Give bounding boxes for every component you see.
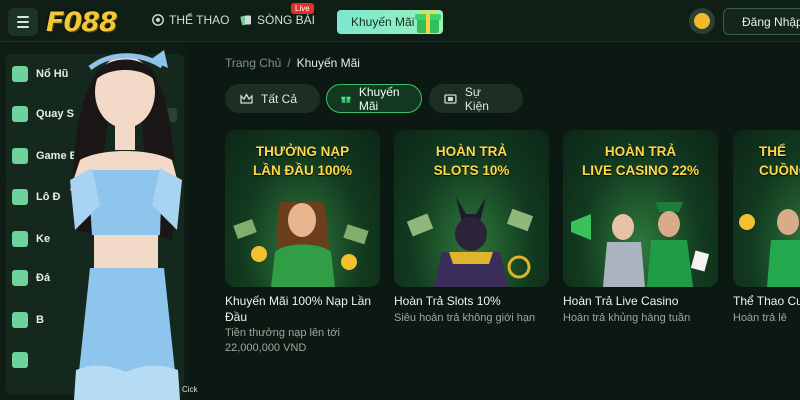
promo-card-title: THỂCUỒNG xyxy=(759,144,800,178)
promo-card-live-casino-rebate[interactable]: HOÀN TRẢ LIVE CASINO 22% xyxy=(563,130,718,287)
wheel-icon xyxy=(12,106,28,122)
login-button-label: Đăng Nhập xyxy=(742,14,800,29)
promo-card-title: HOÀN TRẢ SLOTS 10% xyxy=(433,144,510,178)
promo-card-title: THƯỞNG NẠP LẦN ĐẦU 100% xyxy=(252,144,353,178)
sidebar-footer-text: Cick xyxy=(182,385,199,394)
promo-card-caption[interactable]: Thể Thao Cu xyxy=(733,293,800,309)
crown-icon xyxy=(240,92,253,104)
breadcrumb-current: Khuyến Mãi xyxy=(296,56,360,70)
gift-icon xyxy=(415,10,441,33)
cards-icon xyxy=(240,15,251,26)
lottery-icon xyxy=(12,189,28,205)
woman-with-money-image xyxy=(233,202,369,287)
model-figure-image: Cick xyxy=(70,50,199,400)
tab-promotions[interactable]: Khuyến Mãi xyxy=(326,84,422,113)
promotions-page: F088 THỂ THAO SÒNG BÀI Live Khuyến Mãi Đ… xyxy=(0,0,800,400)
nav-casino-label: SÒNG BÀI xyxy=(257,13,316,27)
tab-events[interactable]: Sự Kiện xyxy=(429,84,523,113)
hamburger-menu-icon[interactable] xyxy=(8,8,38,36)
fish-icon xyxy=(12,312,28,328)
sports-player-image xyxy=(739,209,800,287)
ticket-icon xyxy=(444,93,457,104)
game-icon xyxy=(12,148,28,164)
promo-card-subtext-amount: 22,000,000 VND xyxy=(225,342,307,354)
gift-icon xyxy=(341,96,351,103)
tab-events-label: Sự Kiện xyxy=(464,84,489,113)
anubis-slot-image xyxy=(406,197,534,287)
promo-card-slots-rebate[interactable]: HOÀN TRẢ SLOTS 10% xyxy=(394,130,549,287)
promo-card-subtext: Hoàn trả lê xyxy=(733,312,787,324)
promo-card-sports[interactable]: THỂCUỒNG xyxy=(733,130,800,287)
tab-all[interactable]: Tất Cả xyxy=(225,84,320,113)
nav-sports[interactable]: THỂ THAO xyxy=(152,13,229,27)
breadcrumb: Trang Chủ / Khuyến Mãi xyxy=(225,56,360,70)
tab-promotions-label: Khuyến Mãi xyxy=(358,84,400,113)
promo-card-subtext: Tiền thưởng nạp lên tới xyxy=(225,327,340,339)
breadcrumb-separator: / xyxy=(287,56,291,70)
casino-hosts-image xyxy=(571,202,710,287)
tab-all-label: Tất Cả xyxy=(261,91,298,106)
promo-card-caption[interactable]: Hoàn Trả Live Casino xyxy=(563,293,723,309)
keno-icon xyxy=(12,231,28,247)
promo-card-caption[interactable]: Khuyến Mãi 100% Nạp Lần Đầu xyxy=(225,293,385,325)
dots-icon xyxy=(12,352,28,368)
promo-card-subtext: Siêu hoàn trả không giới hạn xyxy=(394,312,536,324)
slot-icon xyxy=(12,66,28,82)
promotions-button-label: Khuyến Mãi xyxy=(351,15,415,29)
nav-casino[interactable]: SÒNG BÀI xyxy=(240,13,315,27)
login-button[interactable]: Đăng Nhập xyxy=(723,8,800,35)
promo-card-title: HOÀN TRẢ LIVE CASINO 22% xyxy=(581,144,700,178)
rooster-icon xyxy=(12,270,28,286)
promo-card-caption[interactable]: Hoàn Trả Slots 10% xyxy=(394,293,554,309)
soccer-ball-icon xyxy=(152,14,164,26)
user-avatar-icon[interactable] xyxy=(689,8,715,34)
sidebar-item-more[interactable] xyxy=(12,352,36,368)
live-badge: Live xyxy=(291,3,314,14)
breadcrumb-home[interactable]: Trang Chủ xyxy=(225,56,281,70)
nav-sports-label: THỂ THAO xyxy=(169,13,230,27)
promo-card-subtext: Hoàn trả khủng hàng tuần xyxy=(563,312,691,324)
promo-card-first-deposit[interactable]: THƯỞNG NẠP LẦN ĐẦU 100% xyxy=(225,130,380,287)
